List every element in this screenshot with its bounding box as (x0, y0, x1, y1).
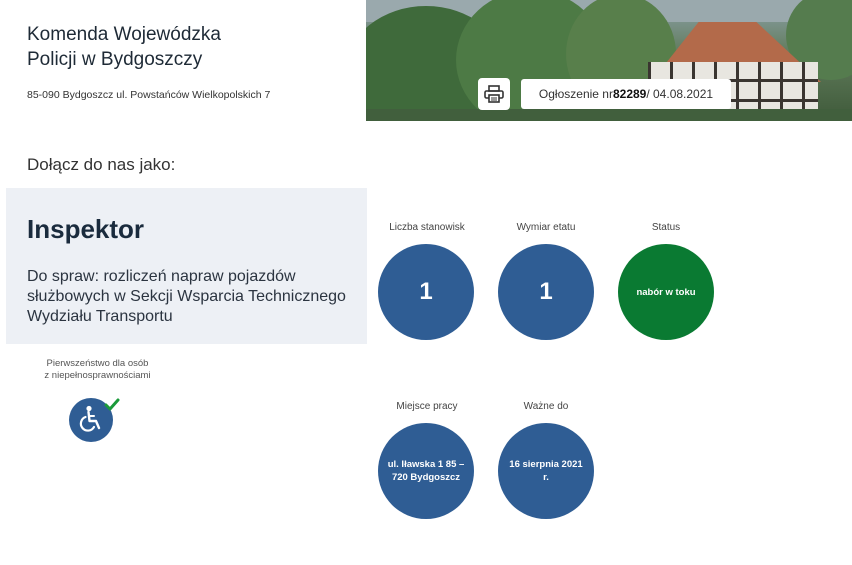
fte-label: Wymiar etatu (516, 222, 576, 233)
institution-name-line1: Komenda Wojewódzka (27, 24, 221, 45)
fte-value: 1 (539, 278, 553, 305)
status-value: nabór w toku (636, 286, 696, 298)
check-icon (104, 398, 120, 411)
job-description: Do spraw: rozliczeń napraw pojazdów służ… (27, 268, 346, 325)
printer-icon (484, 85, 504, 103)
workplace-label: Miejsce pracy (396, 401, 458, 412)
positions-circle: 1 (378, 244, 474, 340)
status-circle: nabór w toku (618, 244, 714, 340)
valid-until-value: 16 sierpnia 2021 r. (509, 459, 583, 483)
job-card: Inspektor Do spraw: rozliczeń napraw poj… (6, 188, 367, 344)
announcement-number-box: Ogłoszenie nr 82289 / 04.08.2021 (521, 79, 731, 109)
announcement-date: / 04.08.2021 (646, 87, 714, 101)
print-button[interactable] (478, 78, 510, 110)
priority-label-line1: Pierwszeństwo dla osób (46, 358, 149, 369)
announcement-prefix: Ogłoszenie nr (538, 87, 613, 101)
priority-label-line2: z niepełnosprawnościami (44, 370, 151, 381)
join-heading: Dołącz do nas jako: (27, 155, 176, 174)
status-label: Status (651, 222, 681, 233)
workplace-circle: ul. Iławska 1 85 – 720 Bydgoszcz (378, 423, 474, 519)
institution-card: Komenda Wojewódzka Policji w Bydgoszczy … (7, 3, 365, 121)
announcement-number: 82289 (612, 87, 647, 101)
workplace-value: ul. Iławska 1 85 – 720 Bydgoszcz (387, 459, 465, 483)
institution-address: 85-090 Bydgoszcz ul. Powstańców Wielkopo… (27, 89, 271, 101)
valid-until-circle: 16 sierpnia 2021 r. (498, 423, 594, 519)
positions-label: Liczba stanowisk (389, 222, 465, 233)
institution-name: Komenda Wojewódzka Policji w Bydgoszczy (27, 22, 327, 72)
fte-circle: 1 (498, 244, 594, 340)
positions-value: 1 (419, 278, 433, 305)
institution-name-line2: Policji w Bydgoszczy (27, 49, 203, 70)
job-title: Inspektor (27, 214, 145, 244)
valid-until-label: Ważne do (523, 401, 569, 412)
priority-label: Pierwszeństwo dla osób z niepełnosprawno… (20, 358, 175, 382)
